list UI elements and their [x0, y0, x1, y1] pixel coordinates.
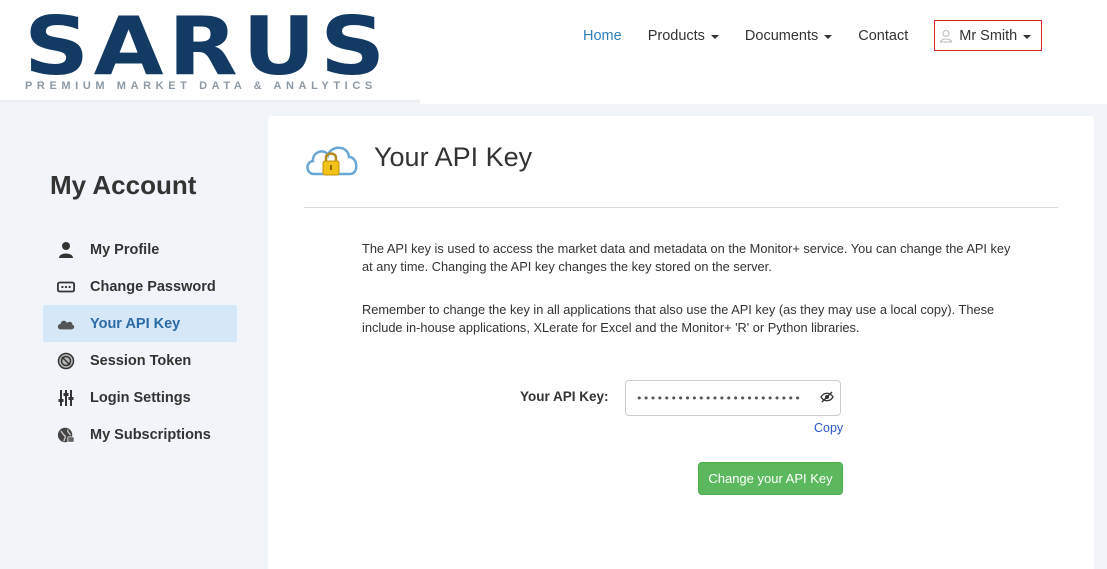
- globe-icon: [57, 426, 75, 444]
- sidebar-item-your-api-key[interactable]: Your API Key: [43, 305, 237, 342]
- page-title: Your API Key: [374, 142, 533, 172]
- token-icon: [57, 352, 75, 370]
- nav-documents[interactable]: Documents: [744, 27, 833, 44]
- caret-down-icon: [1023, 34, 1032, 39]
- sidebar-title: My Account: [50, 170, 197, 200]
- sidebar-item-label: My Subscriptions: [90, 426, 211, 443]
- description-paragraph: The API key is used to access the market…: [362, 241, 1011, 274]
- sidebar-item-label: Session Token: [90, 352, 192, 369]
- sidebar-item-session-token[interactable]: Session Token: [43, 342, 237, 379]
- api-key-masked-value: ••••••••••••••••••••••••: [636, 391, 802, 405]
- sidebar-item-change-password[interactable]: Change Password: [43, 268, 237, 305]
- cloud-lock-icon: [306, 146, 358, 176]
- nav-products-label: Products: [647, 27, 705, 44]
- api-key-card: Your API Key The API key is used to acce…: [268, 116, 1094, 569]
- nav-documents-label: Documents: [744, 27, 819, 44]
- reminder-paragraph: Remember to change the key in all applic…: [362, 302, 995, 335]
- person-icon: [57, 241, 75, 259]
- sidebar-item-my-subscriptions[interactable]: My Subscriptions: [43, 416, 237, 453]
- nav-contact-label: Contact: [858, 27, 909, 44]
- sidebar-item-label: Login Settings: [90, 389, 191, 406]
- title-divider: [304, 207, 1058, 208]
- nav-home[interactable]: Home: [583, 28, 622, 44]
- nav-products[interactable]: Products: [648, 28, 719, 44]
- user-icon: [940, 29, 953, 42]
- logo-wordmark: SARUS: [24, 0, 390, 93]
- sidebar-item-login-settings[interactable]: Login Settings: [43, 379, 237, 416]
- eye-slash-icon[interactable]: [820, 391, 834, 403]
- sidebar-item-label: Change Password: [90, 278, 216, 295]
- sidebar-item-label: Your API Key: [90, 315, 181, 332]
- user-menu[interactable]: Mr Smith: [934, 20, 1043, 51]
- nav-contact[interactable]: Contact: [858, 28, 908, 44]
- change-api-key-button[interactable]: Change your API Key: [698, 462, 843, 495]
- user-name: Mr Smith: [959, 27, 1018, 44]
- api-key-label: Your API Key:: [520, 389, 609, 404]
- top-nav: Home Products Documents Contact Mr Smith: [570, 20, 1055, 51]
- cloud-icon: [57, 315, 75, 333]
- sliders-icon: [57, 389, 75, 407]
- api-key-field[interactable]: ••••••••••••••••••••••••: [625, 380, 841, 416]
- header: SARUS PREMIUM MARKET DATA & ANALYTICS Ho…: [0, 0, 1107, 105]
- copy-link[interactable]: Copy: [814, 421, 843, 435]
- caret-down-icon: [824, 34, 833, 39]
- sarus-logo[interactable]: SARUS PREMIUM MARKET DATA & ANALYTICS: [24, 7, 385, 94]
- nav-home-label: Home: [583, 27, 622, 44]
- caret-down-icon: [710, 34, 719, 39]
- logo-tagline: PREMIUM MARKET DATA & ANALYTICS: [25, 80, 377, 92]
- sidebar-item-label: My Profile: [90, 241, 160, 258]
- sidebar-item-my-profile[interactable]: My Profile: [43, 231, 237, 268]
- sidebar-menu: My Profile Change Password Your API Key …: [43, 231, 237, 453]
- password-icon: [57, 278, 75, 296]
